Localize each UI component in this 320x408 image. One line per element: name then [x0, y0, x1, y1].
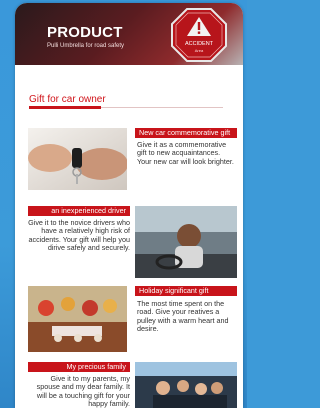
- accident-warning-sign-icon: ACCIDENT Area: [171, 8, 227, 62]
- item-desc-new-car: Give it as a commemorative gift to new a…: [137, 140, 234, 166]
- badge-small-text: Area: [195, 48, 204, 53]
- badge-text: ACCIDENT: [185, 41, 214, 47]
- product-header: PRODUCT Pulli Umbrella for road safety A…: [15, 3, 243, 65]
- family-car-photo: [135, 362, 237, 408]
- header-subtitle: Pulli Umbrella for road safety: [47, 43, 125, 49]
- item-desc-holiday-gift: The most time spent on the road. Give yo…: [137, 299, 229, 334]
- item-desc-inexperienced-driver: Give it to the novice drivers who have a…: [28, 218, 130, 253]
- section-divider-accent: [29, 106, 101, 109]
- item-tag-inexperienced-driver: an inexperienced driver: [28, 206, 130, 216]
- item-tag-new-car: New car commemorative gift: [135, 128, 237, 138]
- section-title: Gift for car owner: [29, 94, 106, 105]
- product-card: PRODUCT Pulli Umbrella for road safety A…: [15, 3, 243, 408]
- item-tag-precious-family: My precious family: [28, 362, 130, 372]
- car-keys-photo: [28, 128, 127, 190]
- header-title: PRODUCT: [47, 24, 123, 41]
- item-tag-holiday-gift: Holiday significant gift: [135, 286, 237, 296]
- holiday-food-photo: [28, 286, 127, 352]
- driver-photo: [135, 206, 237, 278]
- item-desc-precious-family: Give it to my parents, my spouse and my …: [36, 374, 130, 408]
